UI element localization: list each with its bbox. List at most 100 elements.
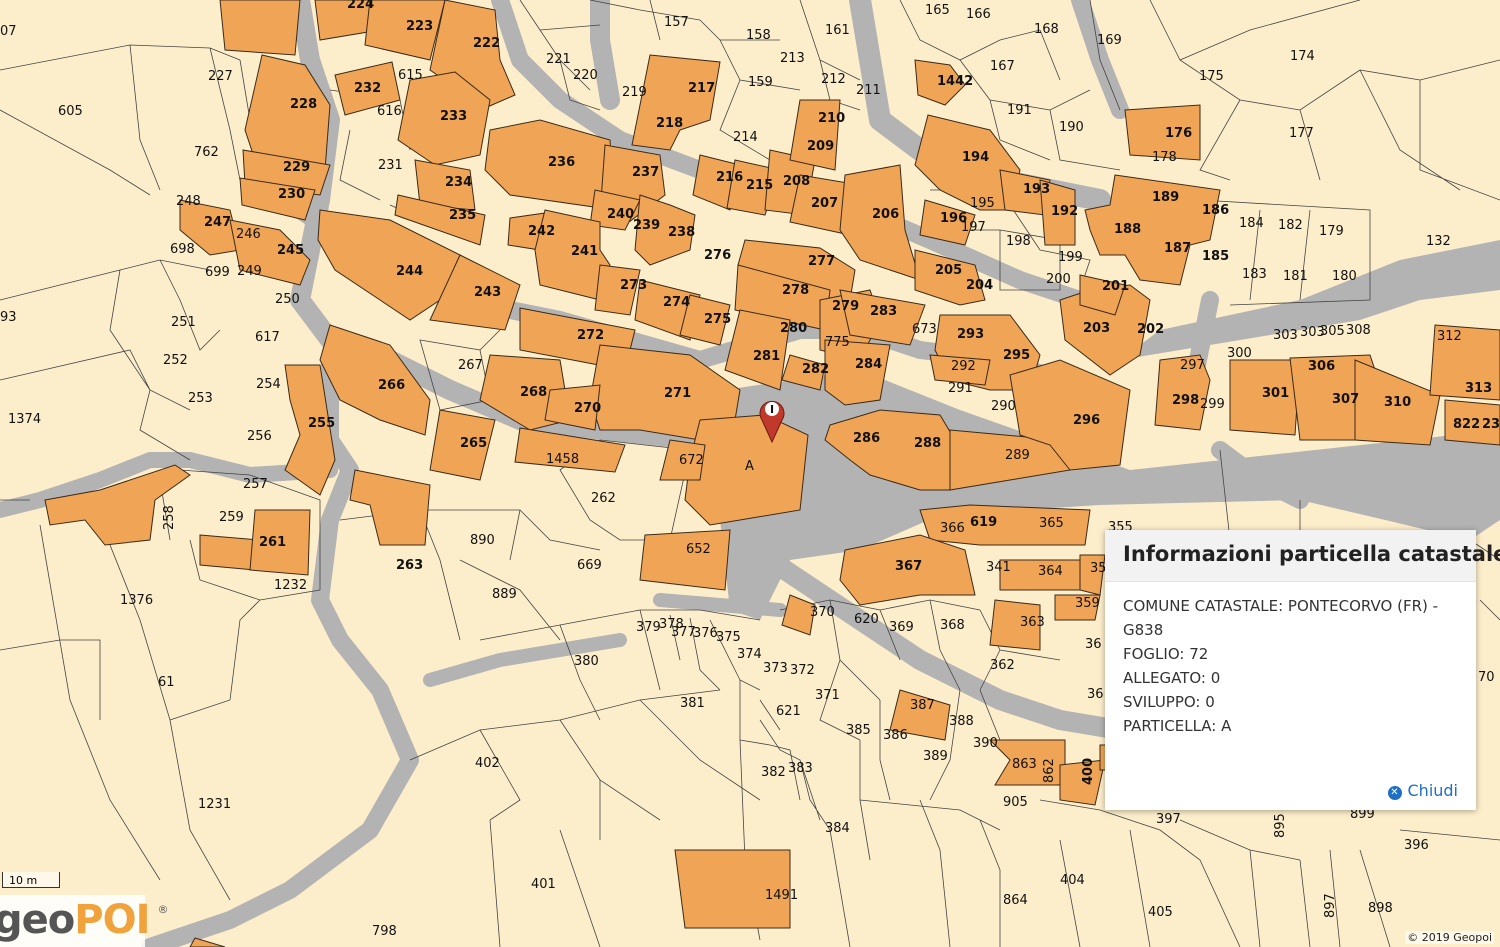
parcel-number-label: 273 [620,278,647,293]
parcel-number-label: 207 [811,196,838,211]
parcel-number-label: 863 [1012,757,1037,772]
parcel-number-label: 202 [1137,322,1164,337]
parcel-number-label: 292 [951,359,976,374]
parcel-number-label: 191 [1007,103,1032,118]
parcel-number-label: 862 [1042,758,1057,783]
parcel-number-label: 276 [704,248,731,263]
parcel-number-label: 274 [663,295,690,310]
scale-bar: 10 m [0,872,60,890]
parcel-number-label: 223 [406,19,433,34]
comune-code: G838 [1123,621,1164,639]
parcel-number-label: 167 [990,59,1015,74]
parcel-number-label: 174 [1290,49,1315,64]
allegato-line: ALLEGATO: 0 [1123,669,1221,687]
parcel-number-label: 36 [1087,687,1104,702]
parcel-number-label: 212 [821,72,846,87]
parcel-number-label: 265 [460,436,487,451]
parcel-number-label: 617 [255,330,280,345]
parcel-number-label: 249 [237,264,262,279]
parcel-number-label: 159 [748,75,773,90]
parcel-number-label: 177 [1289,126,1314,141]
parcel-number-label: 905 [1003,795,1028,810]
parcel-number-label: 306 [1308,359,1335,374]
parcel-number-label: 233 [440,109,467,124]
parcel-number-label: 213 [780,51,805,66]
parcel-number-label: 775 [825,335,850,350]
parcel-number-label: 248 [176,194,201,209]
close-button[interactable]: ✕ Chiudi [1387,781,1458,800]
parcel-number-label: 244 [396,264,423,279]
parcel-number-label: 197 [961,220,986,235]
parcel-number-label: 157 [664,15,689,30]
parcel-number-label: 270 [574,401,601,416]
parcel-number-label: 312 [1437,329,1462,344]
parcel-number-label: 293 [957,327,984,342]
popup-title: Informazioni particella catastale [1105,530,1500,582]
parcel-number-label: 216 [716,170,743,185]
parcel-number-label: 215 [746,178,773,193]
parcel-number-label: 295 [1003,348,1030,363]
parcel-number-label: 165 [925,3,950,18]
parcel-number-label: 1232 [274,578,307,593]
parcel-number-label: 258 [162,505,177,530]
parcel-number-label: 1491 [765,888,798,903]
parcel-number-label: 183 [1242,267,1267,282]
parcel-number-label: 229 [283,160,310,175]
parcel-number-label: 209 [807,139,834,154]
parcel-number-label: 367 [895,559,922,574]
parcel-number-label: 386 [883,728,908,743]
parcel-number-label: 234 [445,175,472,190]
parcel-number-label: A [745,459,754,474]
parcel-number-label: 254 [256,377,281,392]
parcel-number-label: 220 [573,68,598,83]
parcel-number-label: 889 [492,587,517,602]
parcel-number-label: 282 [802,362,829,377]
parcel-number-label: 132 [1426,234,1451,249]
parcel-number-label: 621 [776,704,801,719]
parcel-number-label: 190 [1059,120,1084,135]
parcel-number-label: 1231 [198,797,231,812]
parcel-number-label: 365 [1039,516,1064,531]
parcel-number-label: 235 [449,208,476,223]
parcel-number-label: 166 [966,7,991,22]
parcel-number-label: 296 [1073,413,1100,428]
parcel-number-label: 257 [243,477,268,492]
parcel-number-label: 180 [1332,269,1357,284]
parcel-number-label: 822 [1453,417,1480,432]
parcel-number-label: 07 [0,24,17,39]
parcel-number-label: 261 [259,535,286,550]
parcel-number-label: 698 [170,242,195,257]
parcel-number-label: 246 [236,227,261,242]
parcel-number-label: 279 [832,299,859,314]
parcel-number-label: 389 [923,749,948,764]
parcel-number-label: 161 [825,23,850,38]
parcel-number-label: 245 [277,243,304,258]
parcel-number-label: 241 [571,244,598,259]
parcel-number-label: 240 [607,207,634,222]
parcel-number-label: 897 [1323,893,1338,918]
parcel-number-label: 210 [818,111,845,126]
parcel-number-label: 267 [458,358,483,373]
parcel-number-label: 176 [1165,126,1192,141]
parcel-number-label: 199 [1058,250,1083,265]
parcel-number-label: 382 [761,765,786,780]
parcel-number-label: 206 [872,207,899,222]
parcel-number-label: 188 [1114,222,1141,237]
parcel-number-label: 890 [470,533,495,548]
parcel-number-label: 203 [1083,321,1110,336]
parcel-number-label: 1458 [546,452,579,467]
parcel-number-label: 236 [548,155,575,170]
parcel-number-label: 259 [219,510,244,525]
parcel-number-label: 268 [520,385,547,400]
parcel-number-label: 36 [1085,637,1102,652]
parcel-number-label: 217 [688,81,715,96]
parcel-number-label: 239 [633,218,660,233]
parcel-number-label: 385 [846,723,871,738]
parcel-number-label: 221 [546,52,571,67]
popup-body: COMUNE CATASTALE: PONTECORVO (FR) - G838… [1105,582,1476,738]
parcel-number-label: 291 [948,381,973,396]
parcel-number-label: 256 [247,429,272,444]
parcel-number-label: 383 [788,761,813,776]
parcel-number-label: 185 [1202,249,1229,264]
parcel-number-label: 313 [1465,381,1492,396]
